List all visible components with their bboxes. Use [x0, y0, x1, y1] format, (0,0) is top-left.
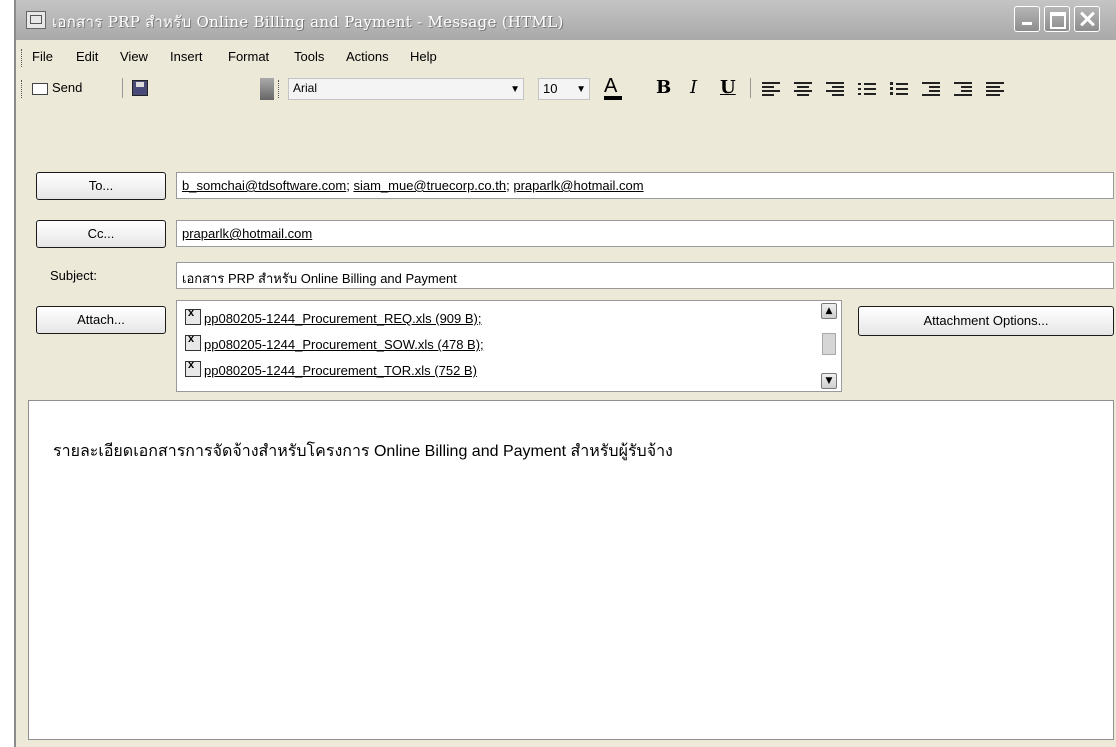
- format-toolbar-grip-handle[interactable]: [278, 80, 282, 98]
- font-name-value: Arial: [293, 81, 318, 95]
- to-button[interactable]: To...: [36, 172, 166, 200]
- subject-field[interactable]: เอกสาร PRP สำหรับ Online Billing and Pay…: [176, 262, 1114, 289]
- align-center-icon[interactable]: [794, 82, 812, 96]
- attachments-scrollbar[interactable]: ▲ ▼: [821, 303, 837, 389]
- menu-bar: File Edit View Insert Format Tools Actio…: [16, 44, 1116, 70]
- font-color-icon[interactable]: A: [604, 75, 623, 100]
- scroll-up-icon[interactable]: ▲: [821, 303, 837, 319]
- subject-label: Subject:: [50, 268, 97, 283]
- align-left-icon[interactable]: [762, 82, 780, 96]
- send-button[interactable]: Send: [32, 80, 82, 95]
- toolbar: Send Arial ▼ 10 ▼ A B I U: [16, 72, 1116, 104]
- to-address[interactable]: b_somchai@tdsoftware.com: [182, 178, 346, 193]
- attachment-label: pp080205-1244_Procurement_TOR.xls (752 B…: [204, 363, 477, 378]
- subject-value: เอกสาร PRP สำหรับ Online Billing and Pay…: [182, 271, 457, 286]
- cc-field[interactable]: praparlk@hotmail.com: [176, 220, 1114, 247]
- scrollbar-thumb[interactable]: [822, 333, 836, 355]
- font-size-select[interactable]: 10 ▼: [538, 78, 590, 100]
- attachment-label: pp080205-1244_Procurement_SOW.xls (478 B…: [204, 337, 484, 352]
- send-icon: [32, 82, 48, 95]
- title-bar: เอกสาร PRP สำหรับ Online Billing and Pay…: [16, 0, 1116, 40]
- menu-view[interactable]: View: [120, 49, 148, 64]
- menu-bar-grip-handle[interactable]: [21, 49, 25, 67]
- to-address[interactable]: praparlk@hotmail.com: [513, 178, 643, 193]
- numbered-list-icon[interactable]: [858, 82, 876, 96]
- excel-file-icon: [185, 359, 201, 377]
- decrease-indent-icon[interactable]: [922, 82, 940, 96]
- menu-insert[interactable]: Insert: [170, 49, 203, 64]
- maximize-button[interactable]: [1044, 6, 1070, 32]
- underline-icon[interactable]: U: [720, 77, 736, 98]
- attachment-options-button[interactable]: Attachment Options...: [858, 306, 1114, 336]
- cc-button[interactable]: Cc...: [36, 220, 166, 248]
- attachment-item[interactable]: pp080205-1244_Procurement_TOR.xls (752 B…: [185, 359, 477, 381]
- message-window: เอกสาร PRP สำหรับ Online Billing and Pay…: [14, 0, 1116, 747]
- attach-button[interactable]: Attach...: [36, 306, 166, 334]
- excel-file-icon: [185, 333, 201, 351]
- attachment-item[interactable]: pp080205-1244_Procurement_SOW.xls (478 B…: [185, 333, 484, 355]
- to-field[interactable]: b_somchai@tdsoftware.com; siam_mue@truec…: [176, 172, 1114, 199]
- toolbar-separator: [122, 78, 123, 98]
- scroll-down-icon[interactable]: ▼: [821, 373, 837, 389]
- cc-address[interactable]: praparlk@hotmail.com: [182, 226, 312, 241]
- window-title: เอกสาร PRP สำหรับ Online Billing and Pay…: [52, 13, 564, 31]
- menu-tools[interactable]: Tools: [294, 49, 324, 64]
- increase-indent-icon[interactable]: [954, 82, 972, 96]
- chevron-down-icon: ▼: [576, 84, 586, 95]
- send-label: Send: [52, 80, 83, 95]
- menu-format[interactable]: Format: [228, 49, 269, 64]
- toolbar-drag-handle[interactable]: [260, 78, 274, 100]
- italic-icon[interactable]: I: [690, 77, 697, 98]
- bold-icon[interactable]: B: [656, 77, 671, 98]
- toolbar-grip-handle[interactable]: [21, 80, 25, 98]
- attachments-list[interactable]: pp080205-1244_Procurement_REQ.xls (909 B…: [176, 300, 842, 392]
- menu-edit[interactable]: Edit: [76, 49, 98, 64]
- menu-actions[interactable]: Actions: [346, 49, 389, 64]
- highlight-icon[interactable]: [986, 82, 1004, 96]
- save-icon[interactable]: [132, 80, 148, 96]
- minimize-button[interactable]: [1014, 6, 1040, 32]
- attachment-label: pp080205-1244_Procurement_REQ.xls (909 B…: [204, 311, 482, 326]
- attachment-item[interactable]: pp080205-1244_Procurement_REQ.xls (909 B…: [185, 307, 482, 329]
- font-name-select[interactable]: Arial ▼: [288, 78, 524, 100]
- chevron-down-icon: ▼: [510, 84, 520, 95]
- menu-help[interactable]: Help: [410, 49, 437, 64]
- message-body-editor[interactable]: รายละเอียดเอกสารการจัดจ้างสำหรับโครงการ …: [28, 400, 1114, 740]
- menu-file[interactable]: File: [32, 49, 53, 64]
- bullet-list-icon[interactable]: [890, 82, 908, 96]
- message-app-icon[interactable]: [26, 11, 46, 29]
- excel-file-icon: [185, 307, 201, 325]
- font-size-value: 10: [543, 81, 558, 96]
- close-button[interactable]: [1074, 6, 1100, 32]
- toolbar-separator: [750, 78, 751, 98]
- to-address[interactable]: siam_mue@truecorp.co.th: [353, 178, 506, 193]
- align-right-icon[interactable]: [826, 82, 844, 96]
- message-body-text: รายละเอียดเอกสารการจัดจ้างสำหรับโครงการ …: [53, 443, 673, 460]
